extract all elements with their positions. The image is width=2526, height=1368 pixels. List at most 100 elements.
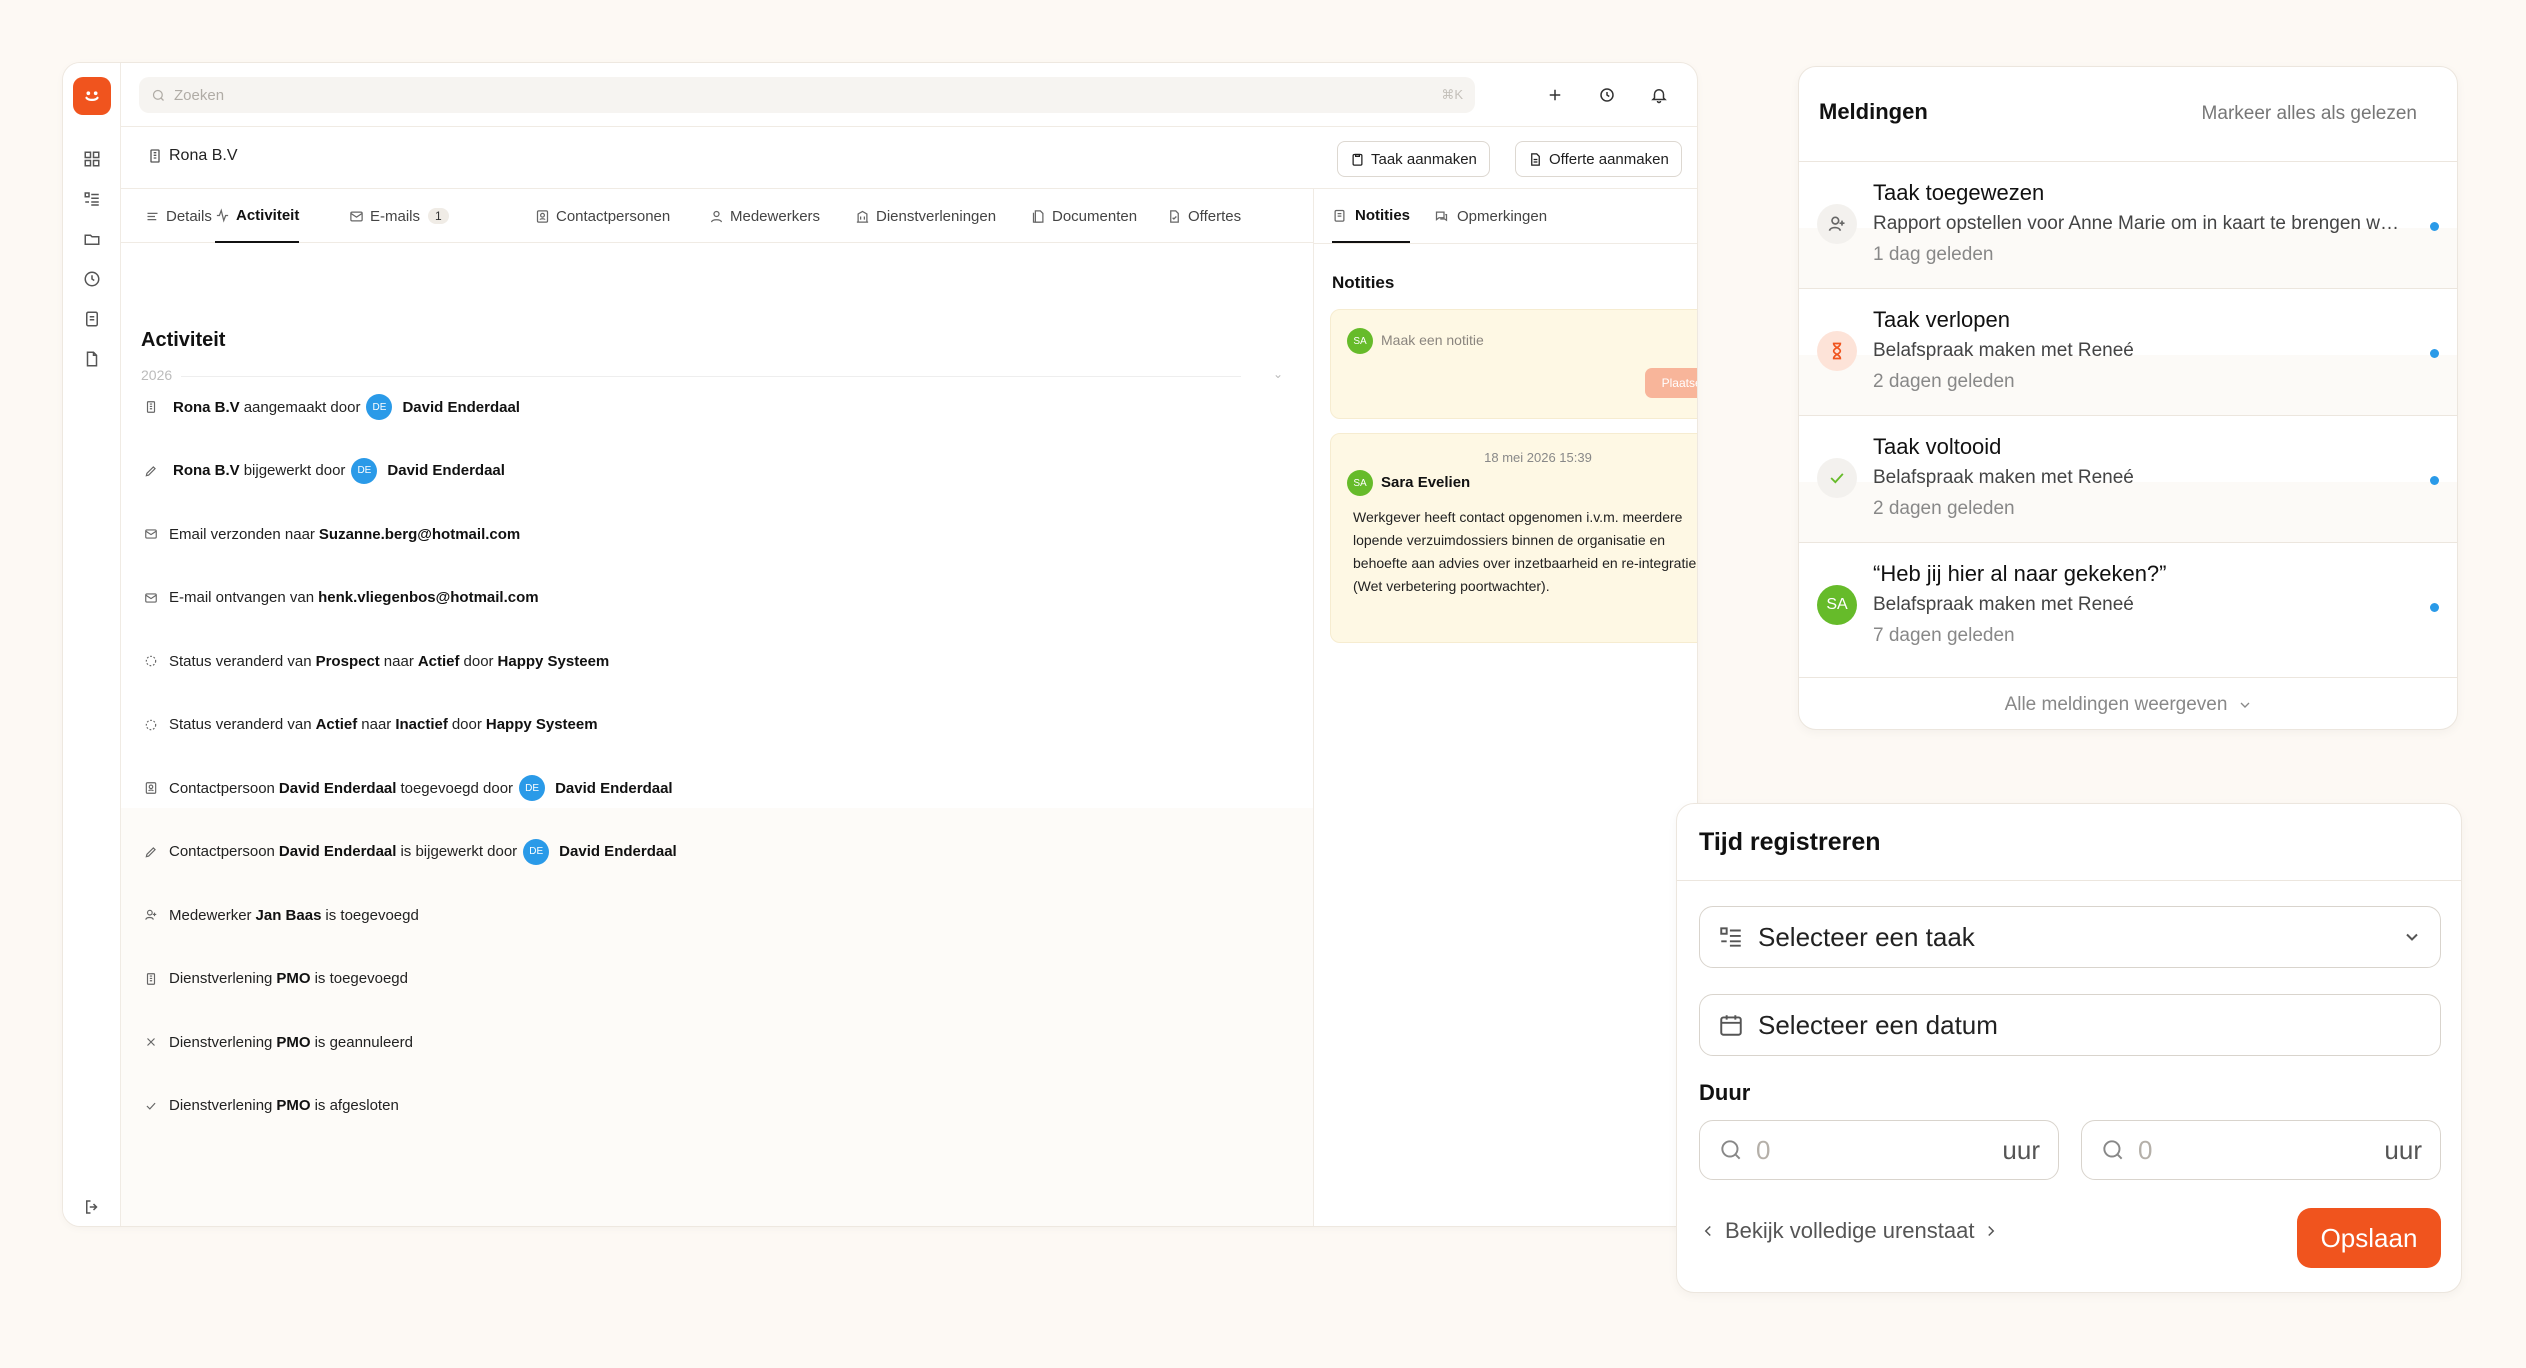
tab-details[interactable]: Details <box>145 189 212 243</box>
tab-employees[interactable]: Medewerkers <box>709 189 820 243</box>
view-timesheet-label: Bekijk volledige urenstaat <box>1725 1218 1975 1243</box>
note-text: Werkgever heeft contact opgenomen i.v.m.… <box>1353 509 1697 594</box>
notification-time: 1 dag geleden <box>1873 244 1994 265</box>
clipboard-icon <box>1352 153 1363 166</box>
tab-services[interactable]: Dienstverleningen <box>855 189 996 243</box>
tab-label: Dienstverleningen <box>876 207 997 225</box>
activity-entity: David Enderdaal <box>278 843 397 860</box>
chevron-down-icon <box>2240 702 2250 708</box>
notification-title: “Heb jij hier al naar gekeken?” <box>1873 561 2167 586</box>
tab-label: E-mails <box>370 207 421 225</box>
activity-entity: David Enderdaal <box>555 779 673 797</box>
notification-body: Belafspraak maken met Reneé <box>1873 340 2134 361</box>
notification-time: 7 dagen geleden <box>1873 625 2015 646</box>
unit-label: uur <box>2384 1134 2422 1165</box>
create-quote-label: Offerte aanmaken <box>1549 150 1669 168</box>
pencil-icon <box>141 461 161 481</box>
notification-title: Taak verlopen <box>1873 307 2010 332</box>
activity-text: Medewerker <box>169 906 252 924</box>
app-logo[interactable] <box>73 77 111 115</box>
year-divider <box>181 376 1241 377</box>
chevron-down-icon[interactable]: ⌄ <box>1273 367 1283 381</box>
activity-text: Dienstverlening <box>169 1033 273 1051</box>
company-name: Rona B.V <box>169 147 238 164</box>
tab-documents[interactable]: Documenten <box>1031 189 1137 243</box>
contact-icon <box>141 778 161 798</box>
timer-icon[interactable] <box>1593 81 1621 109</box>
create-task-button[interactable]: Taak aanmaken <box>1337 141 1490 177</box>
document-icon[interactable] <box>78 345 106 373</box>
invoice-icon[interactable] <box>78 305 106 333</box>
plus-icon[interactable] <box>1541 81 1569 109</box>
chevron-right-icon <box>1988 1225 1995 1237</box>
time-title: Tijd registreren <box>1699 828 1881 856</box>
sidebar-rail <box>63 63 121 1226</box>
divider <box>1314 243 1697 244</box>
mark-all-read-link[interactable]: Markeer alles als gelezen <box>2202 103 2417 125</box>
activity-entity: Rona B.V <box>173 462 240 479</box>
activity-text: is bijgewerkt door <box>400 843 518 860</box>
building-icon <box>856 210 869 223</box>
logout-icon[interactable] <box>78 1193 106 1221</box>
avatar: DE <box>366 394 393 420</box>
activity-text: naar <box>383 652 414 670</box>
post-note-button[interactable]: Plaatsen <box>1645 368 1697 398</box>
activity-text: E-mail ontvangen van <box>169 589 315 606</box>
task-select[interactable]: Selecteer een taak <box>1699 906 2441 968</box>
check-icon <box>141 1096 161 1116</box>
unread-dot <box>2430 222 2439 231</box>
tasks-icon[interactable] <box>78 185 106 213</box>
search-input[interactable]: Zoeken ⌘K <box>139 77 1475 113</box>
company-title: Rona B.V <box>147 147 237 165</box>
save-button[interactable]: Opslaan <box>2297 1208 2441 1268</box>
activity-entity: Actief <box>417 652 460 670</box>
notification-item[interactable]: SA “Heb jij hier al naar gekeken?” Belaf… <box>1799 542 2457 669</box>
activity-row: Dienstverlening PMO is toegevoegd <box>141 965 408 993</box>
email-count-badge: 1 <box>428 208 449 224</box>
task-list-icon <box>1720 927 1741 947</box>
tab-notes[interactable]: Notities <box>1332 189 1411 243</box>
activity-row: Status veranderd van Prospect naar Actief do… <box>141 647 613 675</box>
activity-row: Dienstverlening PMO is geannuleerd <box>141 1028 413 1056</box>
activity-entity: Prospect <box>315 652 380 670</box>
avatar: DE <box>519 775 546 801</box>
tab-label: Notities <box>1355 206 1411 224</box>
show-all-notifications-link[interactable]: Alle meldingen weergeven <box>1799 677 2457 729</box>
folder-icon[interactable] <box>78 225 106 253</box>
activity-entity: David Enderdaal <box>278 779 397 797</box>
clock-icon[interactable] <box>78 265 106 293</box>
tab-label: Opmerkingen <box>1457 207 1548 225</box>
comments-icon <box>1435 211 1448 221</box>
user-icon <box>710 210 723 222</box>
notification-item[interactable]: Taak verlopen Belafspraak maken met Rene… <box>1799 288 2457 416</box>
record-header: Rona B.V Taak aanmaken Offerte aanmaken … <box>121 127 1697 189</box>
avatar: DE <box>523 838 550 865</box>
tab-label: Details <box>166 207 212 225</box>
crm-app-window: Zoeken ⌘K SA Rona B.V Taak aanmaken Offe… <box>62 62 1698 1227</box>
notification-body: Belafspraak maken met Reneé <box>1873 594 2134 615</box>
activity-entity: Rona B.V <box>173 398 240 416</box>
notification-time: 2 dagen geleden <box>1873 498 2015 519</box>
avatar: SA <box>1347 470 1373 496</box>
tab-activity[interactable]: Activiteit <box>215 189 300 243</box>
hours-input[interactable]: 0 uur <box>1699 1120 2059 1180</box>
create-quote-button[interactable]: Offerte aanmaken <box>1515 141 1682 177</box>
bell-icon[interactable] <box>1645 81 1673 109</box>
pencil-icon <box>141 842 161 862</box>
tab-contacts[interactable]: Contactpersonen <box>535 189 670 243</box>
tab-emails[interactable]: E-mails 1 <box>349 189 449 243</box>
notification-item[interactable]: Taak voltooid Belafspraak maken met Rene… <box>1799 415 2457 543</box>
notification-item[interactable]: Taak toegewezen Rapport opstellen voor A… <box>1799 161 2457 289</box>
tab-quotes[interactable]: Offertes <box>1167 189 1241 243</box>
note-composer[interactable]: SA Maak een notitie Plaatsen <box>1330 309 1697 419</box>
building-icon <box>141 397 161 417</box>
dashboard-icon[interactable] <box>78 145 106 173</box>
search-icon <box>1721 1140 1741 1160</box>
hours-input[interactable]: 0 uur <box>2081 1120 2441 1180</box>
activity-text: bijgewerkt door <box>243 462 346 479</box>
tab-comments[interactable]: Opmerkingen <box>1434 189 1547 243</box>
date-select[interactable]: Selecteer een datum <box>1699 994 2441 1056</box>
view-timesheet-link[interactable]: Bekijk volledige urenstaat <box>1699 1218 2000 1244</box>
activity-text: Status veranderd van <box>169 716 312 733</box>
activity-row: Email verzonden naar Suzanne.berg@hotmail… <box>141 520 524 548</box>
